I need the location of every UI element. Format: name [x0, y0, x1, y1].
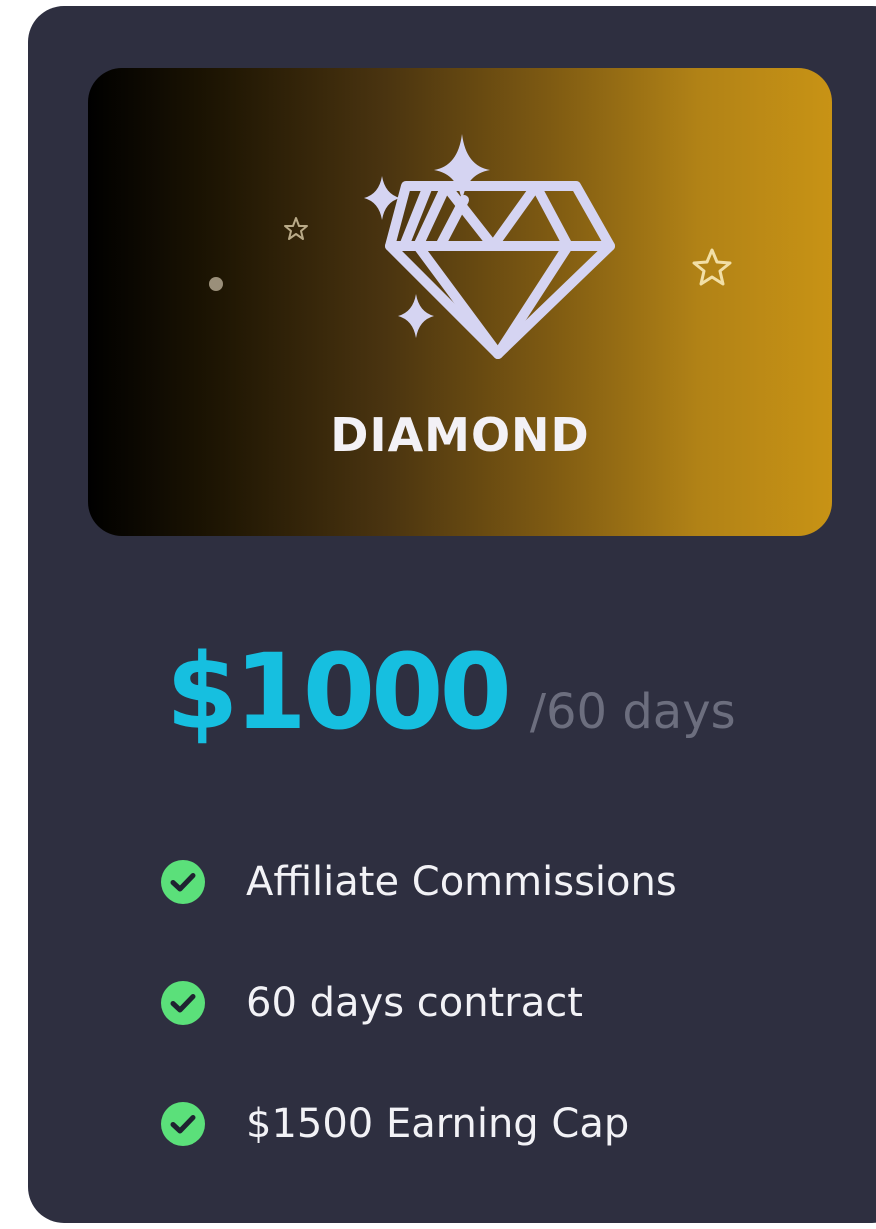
feature-label: Affiliate Commissions [246, 859, 677, 905]
sparkle-icon [398, 294, 434, 338]
plan-period: /60 days [529, 684, 736, 740]
diamond-icon [385, 181, 615, 359]
list-item: 60 days contract [160, 971, 677, 1035]
banner-artwork [209, 134, 732, 359]
plan-name: DIAMOND [330, 408, 590, 462]
price-row: $1000 /60 days [166, 640, 736, 744]
feature-list: Affiliate Commissions 60 days contract $… [160, 850, 677, 1213]
star-icon [284, 217, 308, 240]
feature-label: 60 days contract [246, 980, 583, 1026]
list-item: $1500 Earning Cap [160, 1092, 677, 1156]
feature-label: $1500 Earning Cap [246, 1101, 630, 1147]
check-circle-icon [161, 981, 205, 1025]
check-circle-icon [161, 860, 205, 904]
star-icon [692, 248, 732, 286]
dot-decoration [209, 277, 223, 291]
check-circle-icon [161, 1102, 205, 1146]
plan-price: $1000 [166, 631, 512, 753]
list-item: Affiliate Commissions [160, 850, 677, 914]
plan-banner: DIAMOND [88, 68, 832, 536]
